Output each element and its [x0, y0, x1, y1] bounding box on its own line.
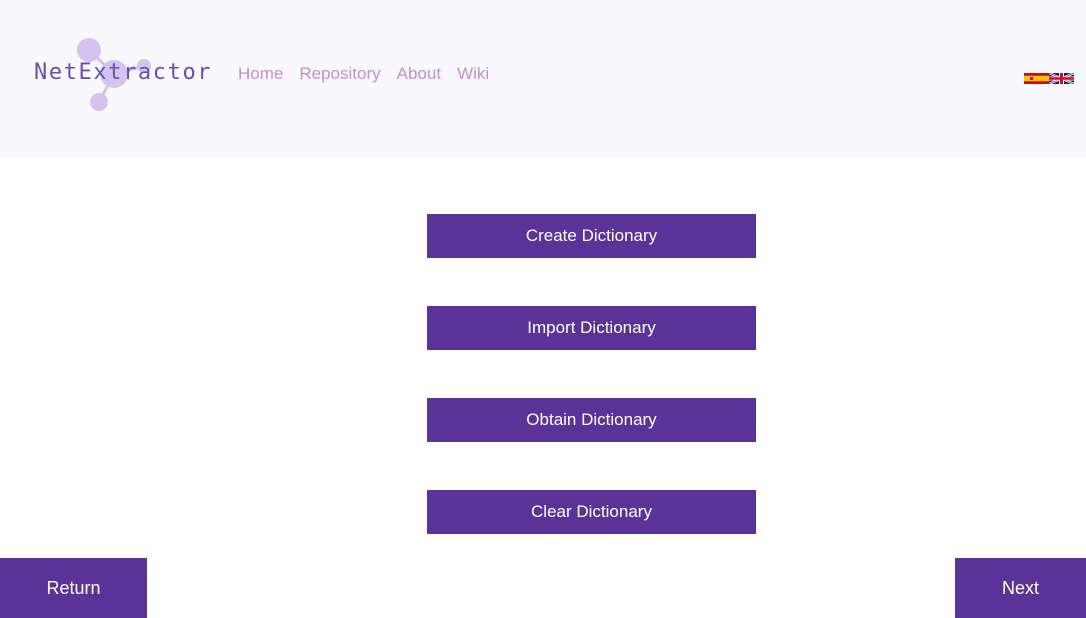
logo[interactable]: NetExtractor — [30, 36, 211, 116]
logo-text: NetExtractor — [34, 60, 213, 85]
header: NetExtractor Home Repository About Wiki — [0, 0, 1086, 157]
next-button[interactable]: Next — [955, 558, 1086, 618]
nav-about-link[interactable]: About — [397, 64, 441, 84]
english-flag-icon[interactable] — [1049, 73, 1074, 84]
nav-repository-link[interactable]: Repository — [299, 64, 380, 84]
nav-home-link[interactable]: Home — [238, 64, 283, 84]
spanish-flag-icon[interactable] — [1024, 73, 1049, 84]
clear-dictionary-button[interactable]: Clear Dictionary — [427, 490, 756, 534]
create-dictionary-button[interactable]: Create Dictionary — [427, 214, 756, 258]
return-button[interactable]: Return — [0, 558, 147, 618]
import-dictionary-button[interactable]: Import Dictionary — [427, 306, 756, 350]
language-switcher — [1024, 73, 1074, 84]
obtain-dictionary-button[interactable]: Obtain Dictionary — [427, 398, 756, 442]
nav-wiki-link[interactable]: Wiki — [457, 64, 489, 84]
main-nav: Home Repository About Wiki — [238, 64, 489, 84]
